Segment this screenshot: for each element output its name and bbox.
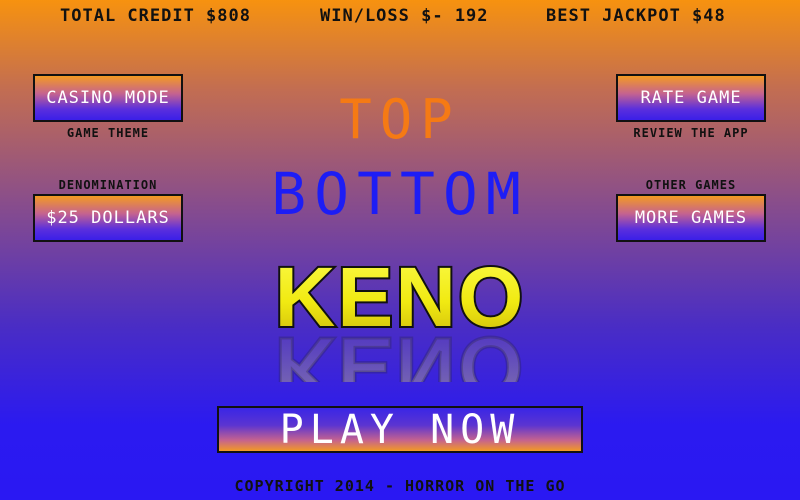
more-games-button[interactable]: MORE GAMES: [616, 194, 766, 242]
keno-text: KENO: [275, 262, 526, 344]
win-loss-label: WIN/LOSS $- 192: [320, 6, 489, 26]
play-now-button[interactable]: PLAY NOW: [217, 406, 583, 453]
game-theme-caption: GAME THEME: [66, 126, 150, 140]
review-app-caption: REVIEW THE APP: [633, 126, 749, 140]
other-games-caption: OTHER GAMES: [645, 178, 737, 192]
title-top: TOP: [339, 88, 461, 151]
total-credit-label: TOTAL CREDIT $808: [60, 6, 251, 26]
casino-mode-button[interactable]: CASINO MODE: [33, 74, 183, 122]
denomination-caption: DENOMINATION: [58, 178, 158, 192]
keno-logo-graphic: KENO KENO: [273, 262, 526, 382]
best-jackpot-label: BEST JACKPOT $48: [546, 6, 726, 26]
rate-game-button[interactable]: RATE GAME: [616, 74, 766, 122]
stats-bar: TOTAL CREDIT $808 WIN/LOSS $- 192 BEST J…: [0, 6, 800, 26]
keno-logo: KENO KENO: [210, 262, 590, 382]
copyright-text: COPYRIGHT 2014 - HORROR ON THE GO: [234, 477, 566, 495]
title-bottom: BOTTOM: [271, 160, 529, 228]
denomination-button[interactable]: $25 DOLLARS: [33, 194, 183, 242]
